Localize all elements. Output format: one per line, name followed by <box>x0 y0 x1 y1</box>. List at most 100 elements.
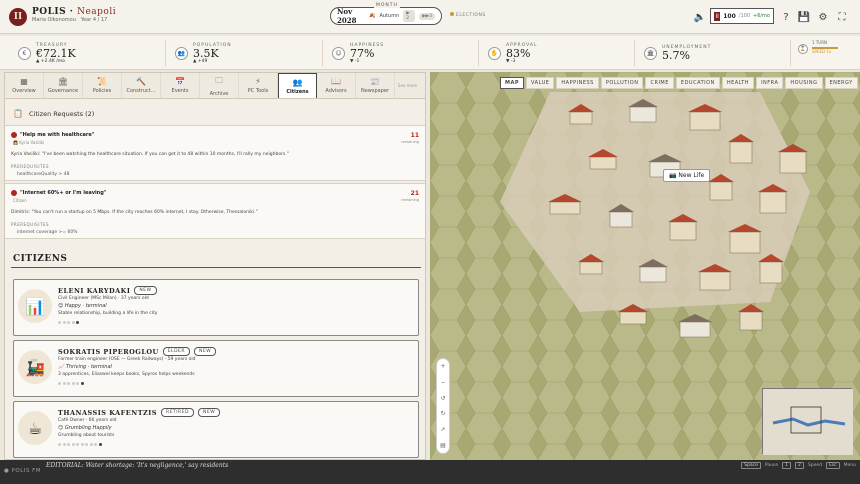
clipboard-icon: 📋 <box>13 109 23 118</box>
date-display[interactable]: Nov 2028 🍂 Autumn ▶ 2 ▶▶3 <box>330 7 442 25</box>
citizen-card[interactable]: 🚂 SOKRATIS PIPEROGLOU ELDER NEW Former tra… <box>13 340 419 397</box>
sound-icon[interactable]: 🔈 <box>693 10 707 24</box>
rotate-right-icon[interactable]: ↻ <box>440 410 445 417</box>
map-tab-map[interactable]: MAP <box>500 77 525 89</box>
game-title: POLIS · Neapoli <box>32 7 116 17</box>
divider <box>634 40 635 66</box>
coffee-portrait-icon: ☕ <box>18 411 52 445</box>
train-portrait-icon: 🚂 <box>18 350 52 384</box>
citizen-name: SOKRATIS PIPEROGLOU ELDER NEW <box>58 347 217 356</box>
mood-icon: 😏 <box>58 425 64 431</box>
city-logo[interactable]: II <box>9 8 27 26</box>
tab-newspaper[interactable]: 📰 Newspaper <box>356 73 395 98</box>
title-separator: · <box>69 7 74 17</box>
fullscreen-icon[interactable]: ⛶ <box>835 10 849 24</box>
minimap-canvas[interactable] <box>763 389 853 455</box>
citizens-icon: 👥 <box>292 77 303 87</box>
elections-indicator[interactable]: ELECTIONS <box>450 12 486 18</box>
layers-icon[interactable]: ▤ <box>440 442 446 449</box>
map-tab-education[interactable]: EDUCATION <box>675 77 720 89</box>
status-badge: NEW <box>198 408 221 417</box>
capital-icon: II <box>714 11 721 21</box>
progress-dot <box>76 382 79 385</box>
hint-pause: Pause <box>764 463 779 468</box>
key-2: 2 <box>794 462 804 469</box>
map-tab-value[interactable]: VALUE <box>526 77 555 89</box>
request-condition: internet coverage >= 60% <box>17 230 78 235</box>
progress-dot <box>71 382 75 385</box>
stat-treasury[interactable]: € TREASURY €72.1K ▲ +2.4K /mo <box>18 40 76 66</box>
stat-unemployment[interactable]: 🏛 UNEMPLOYMENT 5.7% <box>644 40 711 66</box>
turns-remaining-label: remaining <box>401 140 419 144</box>
progress-dot <box>94 443 97 446</box>
leaf-icon: 🍂 <box>369 13 376 19</box>
citizen-mood: 📈 Thriving · terminal <box>58 364 112 370</box>
panel-tabs: ▦ Overview 🏛 Governance 📜 Policies 🔨 Constru… <box>5 73 425 99</box>
divider <box>478 40 479 66</box>
save-icon[interactable]: 💾 <box>797 10 811 24</box>
zoom-out-icon[interactable]: − <box>440 379 445 386</box>
tab-citizens[interactable]: 👥 Citizens <box>278 73 317 98</box>
tab-governance[interactable]: 🏛 Governance <box>44 73 83 98</box>
political-capital[interactable]: II 100 /100 +6/mo <box>710 8 774 24</box>
settings-icon[interactable]: ⚙ <box>816 10 830 24</box>
calendar-icon: 📅 <box>175 77 185 86</box>
tab-policies[interactable]: 📜 Policies <box>83 73 122 98</box>
help-icon[interactable]: ? <box>779 10 793 24</box>
divider <box>790 40 791 66</box>
map-tooltip[interactable]: 📷 New Life <box>663 169 711 182</box>
tab-pc-tools[interactable]: ⚡ PC Tools <box>239 73 278 98</box>
citizens-title: CITIZENS <box>13 254 68 264</box>
tab-archive[interactable]: 🗀 Archive <box>200 73 239 98</box>
mood-icon: 😊 <box>58 303 64 309</box>
zoom-in-icon[interactable]: + <box>440 363 445 370</box>
map-tab-health[interactable]: HEALTH <box>721 77 755 89</box>
progress-dot <box>80 443 84 446</box>
tab-construction[interactable]: 🔨 Construct... <box>122 73 161 98</box>
compass-icon[interactable]: ➚ <box>440 426 445 433</box>
request-card[interactable]: "Internet 60%+ or I'm leaving" Citizen D… <box>5 183 425 239</box>
speed-button-3[interactable]: ▶▶3 <box>419 12 435 20</box>
minimap[interactable] <box>762 388 853 455</box>
story-progress <box>58 382 84 385</box>
citizen-card[interactable]: ☕ THANASSIS KAFENTZIS RETIRED NEW Café Own… <box>13 401 419 458</box>
map-tab-housing[interactable]: HOUSING <box>785 77 823 89</box>
request-card[interactable]: "Help me with healthcare" 👩 Kyria Vasili… <box>5 125 425 181</box>
request-title: "Internet 60%+ or I'm leaving" <box>11 190 106 196</box>
headline[interactable]: EDITORIAL: Water shortage: 'It's neglige… <box>46 462 228 469</box>
see-more-tabs[interactable]: See more <box>398 83 425 88</box>
people-icon: 👥 <box>175 46 188 60</box>
turns-remaining: 11 <box>410 132 419 139</box>
stat-happiness[interactable]: ☺ HAPPINESS 77% ▼ -1 <box>332 40 384 66</box>
map-tab-energy[interactable]: ENERGY <box>824 77 858 89</box>
current-date: Nov 2028 <box>337 7 357 25</box>
speed-button-2[interactable]: ▶ 2 <box>403 10 416 22</box>
city-map[interactable]: MAP VALUE HAPPINESS POLLUTION CRIME EDUCATION… <box>430 72 860 460</box>
map-tab-crime[interactable]: CRIME <box>645 77 674 89</box>
news-ticker: ● POLIS FM EDITORIAL: Water shortage: 'I… <box>0 460 860 484</box>
game-name: POLIS <box>32 7 67 17</box>
progress-dot <box>71 443 75 446</box>
map-tab-pollution[interactable]: POLLUTION <box>600 77 644 89</box>
progress-dot <box>62 382 66 385</box>
turns-remaining-label: remaining <box>401 198 419 202</box>
map-tab-infra[interactable]: INFRA <box>756 77 784 89</box>
status-badge: RETIRED <box>161 408 194 417</box>
season-label: Autumn <box>379 13 400 19</box>
progress-dot <box>71 321 75 324</box>
stat-population[interactable]: 👥 POPULATION 3.5K ▲ +49 <box>175 40 232 66</box>
mood-icon: 📈 <box>58 364 65 370</box>
stat-approval[interactable]: ✋ APPROVAL 83% ▼ -3 <box>488 40 537 66</box>
citizen-card[interactable]: 📊 ELENI KARYDAKI NEW Civil Engineer (MSc … <box>13 279 419 336</box>
citizen-note: Grumbling about tourists <box>58 433 115 438</box>
rotate-left-icon[interactable]: ↺ <box>440 395 445 402</box>
tab-overview[interactable]: ▦ Overview <box>5 73 44 98</box>
tab-advisors[interactable]: 📖 Advisors <box>317 73 356 98</box>
temple-icon: 🏛 <box>57 77 69 86</box>
prerequisites-label: PREREQUISITES <box>11 222 50 227</box>
turn-indicator: 1 TURN SPEED 1x <box>812 40 850 62</box>
map-tab-happiness[interactable]: HAPPINESS <box>556 77 599 89</box>
handshake-icon: ✋ <box>488 46 501 60</box>
progress-dot <box>76 321 79 324</box>
tab-events[interactable]: 📅 Events <box>161 73 200 98</box>
